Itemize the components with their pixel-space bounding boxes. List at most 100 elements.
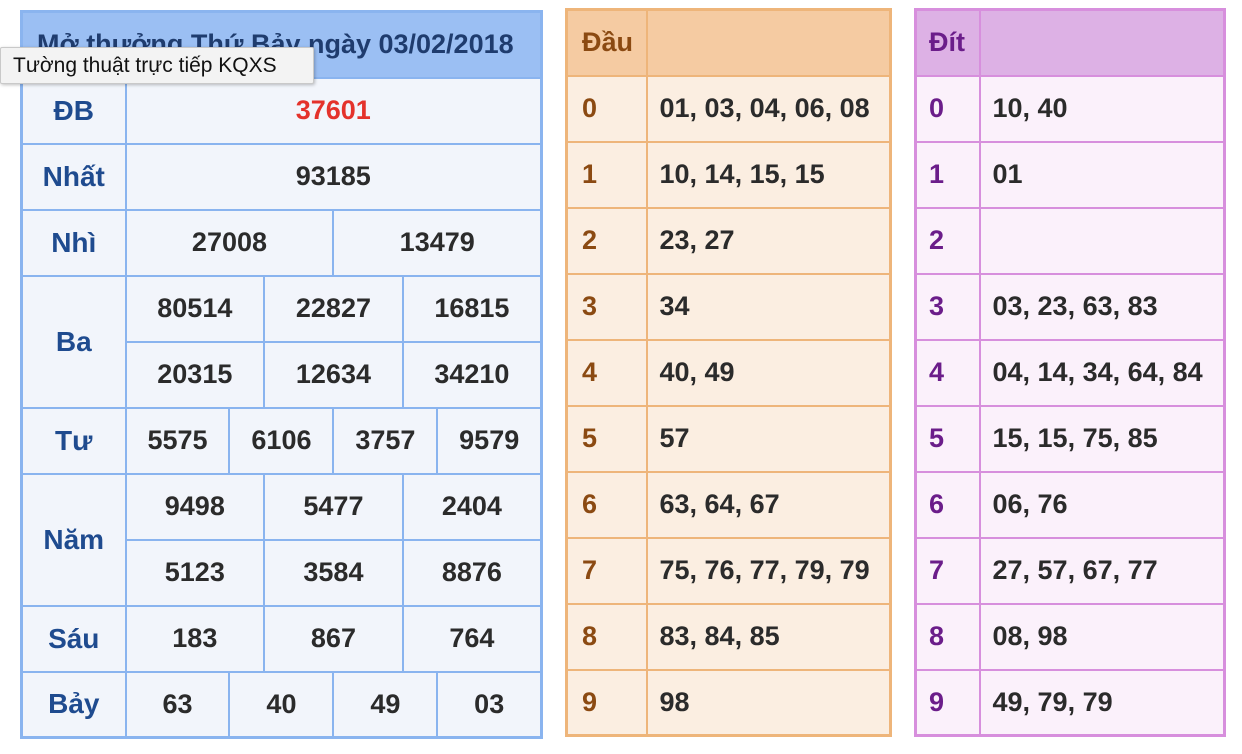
prize-value-third: 34210	[401, 340, 543, 409]
prize-label-sixth: Sáu	[20, 604, 127, 673]
prize-row-first: Nhất 93185	[20, 142, 543, 211]
dau-digit: 4	[565, 338, 648, 407]
prize-row-sixth: Sáu 183 867 764	[20, 604, 543, 673]
dau-digit: 7	[565, 536, 648, 605]
dit-values	[978, 206, 1226, 275]
live-results-tooltip: Tường thuật trực tiếp KQXS	[0, 47, 314, 84]
prize-label-special: ĐB	[20, 76, 127, 145]
dit-values: 03, 23, 63, 83	[978, 272, 1226, 341]
dit-values: 10, 40	[978, 74, 1226, 143]
dau-values: 75, 76, 77, 79, 79	[645, 536, 892, 605]
prize-value-fifth: 5123	[124, 538, 266, 607]
prize-value-third: 16815	[401, 274, 543, 343]
prize-value-sixth: 183	[124, 604, 266, 673]
prize-value-fourth: 9579	[436, 406, 543, 475]
dit-values: 15, 15, 75, 85	[978, 404, 1226, 473]
dit-row: 6 06, 76	[914, 470, 1226, 539]
dit-digit: 7	[914, 536, 981, 605]
dit-header-blank	[978, 8, 1226, 77]
dit-digit: 3	[914, 272, 981, 341]
prize-value-fifth: 9498	[124, 472, 266, 541]
dit-header-row: Đít	[914, 8, 1226, 77]
dau-values: 23, 27	[645, 206, 892, 275]
prize-row-seventh: Bảy 63 40 49 03	[20, 670, 543, 739]
prize-value-fifth: 3584	[263, 538, 404, 607]
dau-header: Đầu	[565, 8, 648, 77]
dit-values: 04, 14, 34, 64, 84	[978, 338, 1226, 407]
dau-values: 83, 84, 85	[645, 602, 892, 671]
prize-value-third: 80514	[124, 274, 266, 343]
prize-value-seventh: 63	[124, 670, 231, 739]
dau-digit: 6	[565, 470, 648, 539]
dau-values: 63, 64, 67	[645, 470, 892, 539]
dau-row: 3 34	[565, 272, 892, 341]
dit-row: 9 49, 79, 79	[914, 668, 1226, 737]
dit-digit: 4	[914, 338, 981, 407]
dau-values: 57	[645, 404, 892, 473]
dau-table: Đầu 0 01, 03, 04, 06, 08 1 10, 14, 15, 15 …	[565, 8, 892, 737]
dau-values: 34	[645, 272, 892, 341]
dit-table: Đít 0 10, 40 1 01 2 3 03, 23, 63, 83 4 04, 1…	[914, 8, 1226, 737]
kqxs-results-table: Mở thưởng Thứ Bảy ngày 03/02/2018 ĐB 376…	[20, 10, 543, 739]
prize-value-third: 12634	[263, 340, 404, 409]
prize-value-fourth: 3757	[332, 406, 439, 475]
prize-label-seventh: Bảy	[20, 670, 127, 739]
dau-row: 4 40, 49	[565, 338, 892, 407]
prize-value-sixth: 764	[401, 604, 543, 673]
dit-row: 0 10, 40	[914, 74, 1226, 143]
prize-label-fifth: Năm	[20, 472, 127, 607]
prize-row-second: Nhì 27008 13479	[20, 208, 543, 277]
prize-label-fourth: Tư	[20, 406, 127, 475]
prize-value-special: 37601	[124, 76, 543, 145]
dit-digit: 0	[914, 74, 981, 143]
dau-digit: 0	[565, 74, 648, 143]
prize-value-third: 20315	[124, 340, 266, 409]
prize-row-fifth: Năm 9498 5477 2404	[20, 472, 543, 607]
dau-row: 1 10, 14, 15, 15	[565, 140, 892, 209]
dit-row: 5 15, 15, 75, 85	[914, 404, 1226, 473]
prize-value-second: 27008	[124, 208, 335, 277]
prize-value-sixth: 867	[263, 604, 404, 673]
dau-digit: 5	[565, 404, 648, 473]
dit-row: 3 03, 23, 63, 83	[914, 272, 1226, 341]
dit-header: Đít	[914, 8, 981, 77]
prize-value-third: 22827	[263, 274, 404, 343]
prize-row-third: Ba 80514 22827 16815	[20, 274, 543, 409]
dau-row: 7 75, 76, 77, 79, 79	[565, 536, 892, 605]
dau-values: 40, 49	[645, 338, 892, 407]
dau-row: 2 23, 27	[565, 206, 892, 275]
dit-values: 06, 76	[978, 470, 1226, 539]
prize-row-special: ĐB 37601	[20, 76, 543, 145]
dit-digit: 9	[914, 668, 981, 737]
dau-values: 10, 14, 15, 15	[645, 140, 892, 209]
dau-digit: 8	[565, 602, 648, 671]
dit-digit: 2	[914, 206, 981, 275]
prize-value-seventh: 49	[332, 670, 439, 739]
dit-row: 2	[914, 206, 1226, 275]
dau-row: 5 57	[565, 404, 892, 473]
prize-value-fifth: 2404	[401, 472, 543, 541]
prize-label-second: Nhì	[20, 208, 127, 277]
dau-digit: 3	[565, 272, 648, 341]
dit-values: 49, 79, 79	[978, 668, 1226, 737]
prize-label-third: Ba	[20, 274, 127, 409]
dit-digit: 8	[914, 602, 981, 671]
prize-value-fourth: 5575	[124, 406, 231, 475]
prize-value-seventh: 03	[436, 670, 543, 739]
dau-digit: 1	[565, 140, 648, 209]
dit-digit: 5	[914, 404, 981, 473]
prize-value-fifth: 5477	[263, 472, 404, 541]
dit-digit: 6	[914, 470, 981, 539]
dit-values: 01	[978, 140, 1226, 209]
dau-header-row: Đầu	[565, 8, 892, 77]
prize-value-seventh: 40	[228, 670, 335, 739]
dau-values: 01, 03, 04, 06, 08	[645, 74, 892, 143]
dau-row: 6 63, 64, 67	[565, 470, 892, 539]
prize-value-fifth: 8876	[401, 538, 543, 607]
prize-value-second: 13479	[332, 208, 543, 277]
dau-header-blank	[645, 8, 892, 77]
dau-row: 8 83, 84, 85	[565, 602, 892, 671]
dit-values: 27, 57, 67, 77	[978, 536, 1226, 605]
dit-values: 08, 98	[978, 602, 1226, 671]
dit-row: 1 01	[914, 140, 1226, 209]
